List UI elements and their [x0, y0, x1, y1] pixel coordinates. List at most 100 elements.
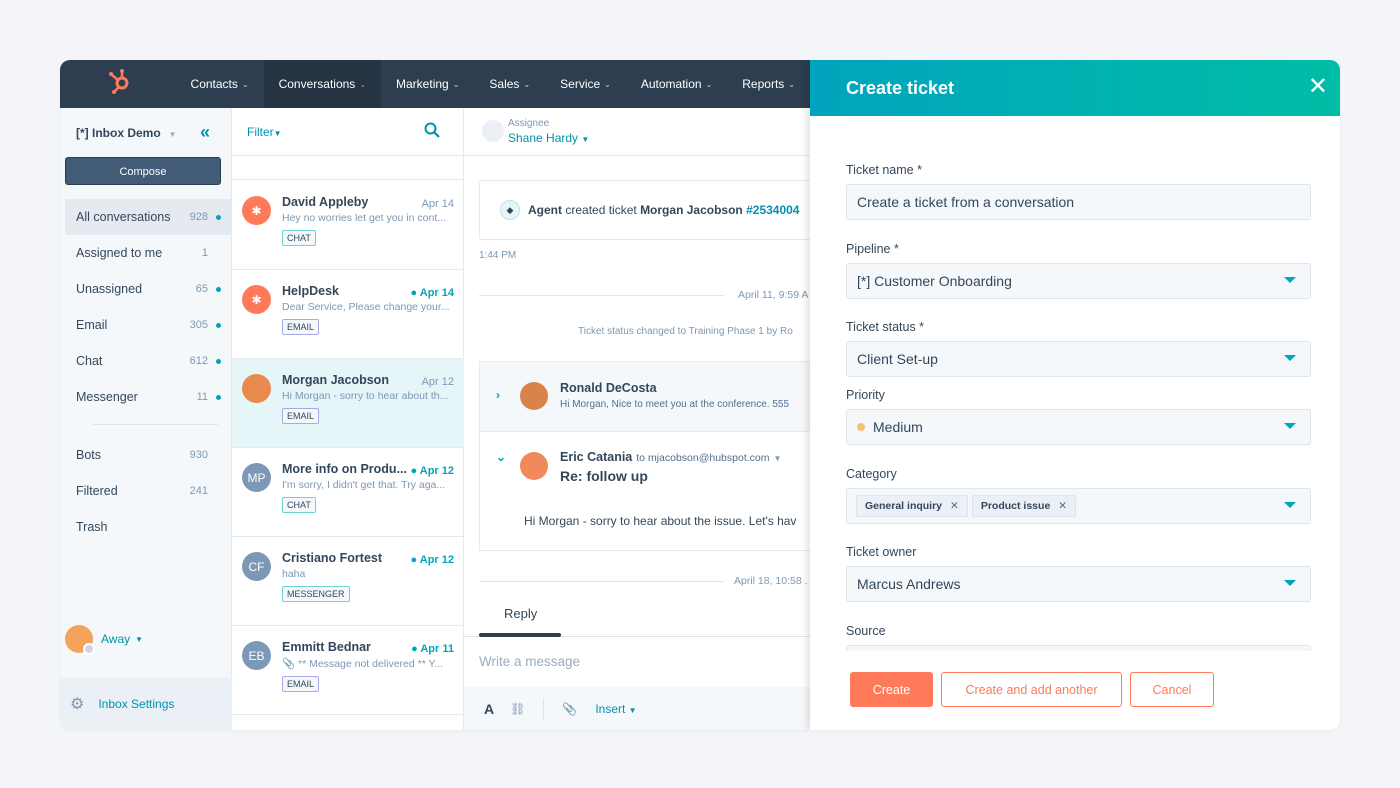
- channel-badge: MESSENGER: [282, 586, 350, 602]
- sidebar-item-all-conversations[interactable]: All conversations 928: [65, 199, 232, 235]
- chip-label: Product issue: [980, 500, 1051, 512]
- conversation-date: ● Apr 12: [410, 465, 454, 477]
- availability-status[interactable]: Away ▼: [65, 625, 143, 655]
- ticket-owner-select[interactable]: Marcus Andrews: [846, 566, 1311, 602]
- pipeline-select[interactable]: [*] Customer Onboarding: [846, 263, 1311, 299]
- insert-dropdown[interactable]: Insert ▼: [595, 702, 636, 716]
- sender-avatar: [520, 452, 548, 480]
- item-count: 1: [201, 247, 208, 259]
- unread-dot: [216, 322, 221, 328]
- source-label: Source: [846, 624, 886, 638]
- chevron-down-icon[interactable]: ⌄: [496, 450, 506, 464]
- sidebar-item-unassigned[interactable]: Unassigned 65: [65, 271, 232, 307]
- category-multiselect[interactable]: General inquiry ✕ Product issue ✕: [846, 488, 1311, 524]
- ticket-status-select[interactable]: Client Set-up: [846, 341, 1311, 377]
- sidebar-item-filtered[interactable]: Filtered 241: [65, 473, 232, 509]
- caret-down-icon[interactable]: ▼: [774, 454, 782, 463]
- conversation-date: ● Apr 14: [410, 287, 454, 299]
- create-and-add-another-button[interactable]: Create and add another: [941, 672, 1122, 707]
- channel-badge: EMAIL: [282, 408, 320, 424]
- conversation-list: Filter▼ ✱ David Appleby Apr 14 Hey no worri…: [232, 108, 464, 730]
- conversation-date: ● Apr 11: [411, 643, 454, 655]
- remove-icon[interactable]: ✕: [1058, 500, 1067, 512]
- message-collapsed[interactable]: › Ronald DeCosta Hi Morgan, Nice to meet…: [479, 361, 810, 431]
- conversation-item[interactable]: MP More info on Produ... ● Apr 12 I'm sorry…: [232, 448, 464, 537]
- sidebar-item-chat[interactable]: Chat 612: [65, 343, 232, 379]
- item-count: 65: [195, 283, 208, 295]
- priority-label: Priority: [846, 388, 885, 402]
- conversation-thread: Assignee Shane Hardy ▼ ◆ Agent created t…: [464, 108, 810, 730]
- avatar: MP: [242, 463, 271, 492]
- sidebar-item-email[interactable]: Email 305: [65, 307, 232, 343]
- source-select[interactable]: [846, 645, 1311, 651]
- item-label: Email: [76, 318, 108, 332]
- tab-reply[interactable]: Reply: [504, 606, 537, 621]
- sidebar-item-bots[interactable]: Bots 930: [65, 437, 232, 473]
- date-label: April 18, 10:58 .: [734, 575, 808, 587]
- inbox-sidebar: [*] Inbox Demo ▼ « Compose All conversati…: [60, 108, 232, 730]
- divider: [464, 155, 810, 156]
- nav-item-reports[interactable]: Reports ⌄: [727, 60, 810, 108]
- caret-down-icon: [1284, 423, 1296, 429]
- item-count: 305: [189, 319, 208, 331]
- nav-item-sales[interactable]: Sales ⌄: [474, 60, 545, 108]
- ticket-name-input[interactable]: Create a ticket from a conversation: [846, 184, 1311, 220]
- item-label: Trash: [76, 520, 108, 534]
- active-tab-indicator: [479, 633, 561, 637]
- filter-label: Filter: [247, 125, 274, 139]
- sidebar-item-assigned-to-me[interactable]: Assigned to me 1: [65, 235, 232, 271]
- chevron-down-icon: ⌄: [359, 79, 367, 89]
- item-label: Chat: [76, 354, 103, 368]
- conversation-name: Cristiano Fortest: [282, 551, 383, 565]
- conversation-item[interactable]: Morgan Jacobson Apr 12 Hi Morgan - sorry t…: [232, 359, 464, 448]
- conversation-item[interactable]: ✱ David Appleby Apr 14 Hey no worries let g…: [232, 181, 464, 270]
- nav-item-contacts[interactable]: Contacts ⌄: [176, 60, 264, 108]
- search-icon[interactable]: [424, 122, 440, 143]
- nav-label: Contacts: [190, 77, 238, 91]
- text-format-button[interactable]: A: [484, 701, 494, 717]
- attachment-icon[interactable]: 📎: [562, 702, 577, 716]
- link-icon[interactable]: ⛓: [510, 702, 525, 716]
- inbox-name: [*] Inbox Demo: [76, 126, 161, 140]
- close-icon[interactable]: ✕: [1308, 72, 1328, 101]
- assignee-selector[interactable]: Assignee Shane Hardy ▼: [482, 118, 589, 145]
- ticket-owner-value: Marcus Andrews: [857, 576, 961, 592]
- composer-toolbar: A ⛓ 📎 Insert ▼: [464, 687, 810, 730]
- ticket-link[interactable]: #2534004: [746, 203, 799, 217]
- sidebar-item-messenger[interactable]: Messenger 11: [65, 379, 232, 415]
- hubspot-avatar-icon: ✱: [242, 285, 271, 314]
- filter-dropdown[interactable]: Filter▼: [247, 125, 282, 139]
- inbox-selector[interactable]: [*] Inbox Demo ▼: [76, 126, 177, 140]
- chevron-right-icon[interactable]: ›: [496, 388, 500, 402]
- conversation-item[interactable]: ✱ HelpDesk ● Apr 14 Dear Service, Please ch…: [232, 270, 464, 359]
- nav-item-marketing[interactable]: Marketing ⌄: [381, 60, 474, 108]
- caret-down-icon: ▼: [581, 135, 590, 144]
- nav-item-automation[interactable]: Automation ⌄: [626, 60, 727, 108]
- nav-item-conversations[interactable]: Conversations ⌄: [263, 60, 382, 108]
- nav-label: Sales: [489, 77, 520, 91]
- create-button[interactable]: Create: [850, 672, 933, 707]
- ticket-owner-label: Ticket owner: [846, 545, 917, 559]
- assignee-name: Shane Hardy: [508, 131, 579, 145]
- cancel-button[interactable]: Cancel: [1130, 672, 1214, 707]
- remove-icon[interactable]: ✕: [950, 500, 959, 512]
- collapse-sidebar-icon[interactable]: «: [200, 122, 210, 143]
- conversation-item[interactable]: EB Emmitt Bednar ● Apr 11 📎 ** Message not …: [232, 626, 464, 715]
- inbox-settings-link[interactable]: ⚙ Inbox Settings: [60, 678, 232, 730]
- item-label: Unassigned: [76, 282, 143, 296]
- conversation-item[interactable]: CF Cristiano Fortest ● Apr 12 haha MESSENGER: [232, 537, 464, 626]
- chevron-down-icon: ⌄: [523, 79, 531, 89]
- channel-badge: CHAT: [282, 497, 316, 513]
- hubspot-logo-icon[interactable]: [108, 68, 166, 100]
- chevron-down-icon: ⌄: [705, 79, 713, 89]
- message-body: Hi Morgan - sorry to hear about the issu…: [524, 514, 797, 528]
- nav-item-service[interactable]: Service ⌄: [545, 60, 626, 108]
- sidebar-item-trash[interactable]: Trash: [65, 509, 232, 545]
- conversation-name: HelpDesk: [282, 284, 339, 298]
- list-item-partial[interactable]: [232, 156, 464, 180]
- message-expanded: ⌄ Eric Catania to mjacobson@hubspot.com ▼ …: [479, 431, 810, 551]
- compose-button[interactable]: Compose: [65, 157, 221, 185]
- message-input[interactable]: Write a message: [479, 654, 580, 669]
- priority-select[interactable]: Medium: [846, 409, 1311, 445]
- date-separator: [479, 295, 724, 296]
